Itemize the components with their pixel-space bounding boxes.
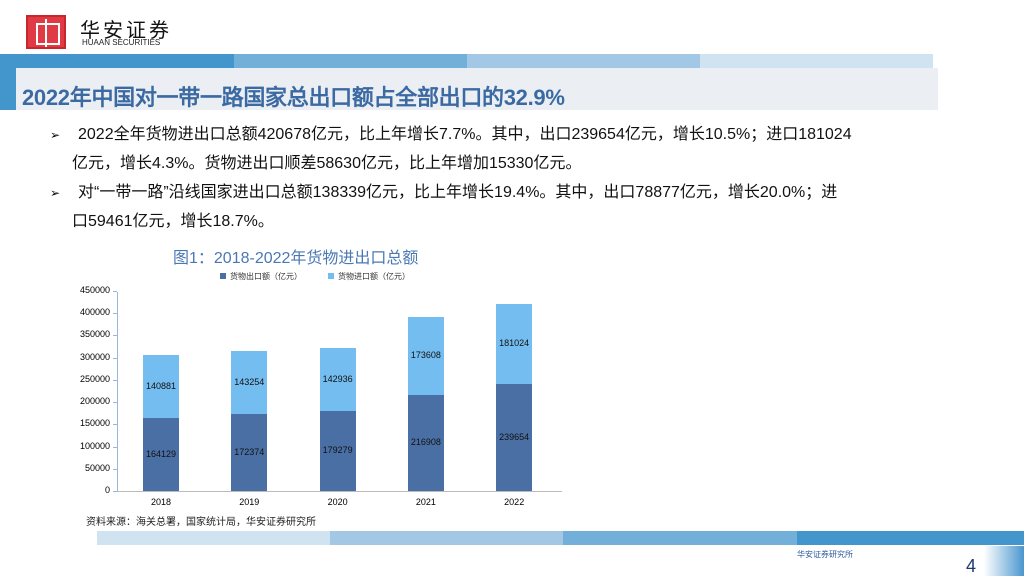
source-note: 资料来源：海关总署，国家统计局，华安证券研究所 <box>86 517 316 528</box>
y-tick-mark <box>113 491 117 492</box>
data-label: 216908 <box>410 436 441 447</box>
y-tick-mark <box>113 335 117 337</box>
footer-band <box>330 531 563 545</box>
data-label: 173608 <box>410 350 441 361</box>
x-axis <box>117 491 562 492</box>
data-label: 172374 <box>234 446 265 457</box>
data-label: 239654 <box>499 431 530 442</box>
y-tick-label: 100000 <box>79 440 110 451</box>
y-tick-label: 450000 <box>79 285 110 295</box>
data-label: 164129 <box>145 448 177 459</box>
x-tick-label: 2021 <box>415 497 436 507</box>
x-tick-label: 2018 <box>150 497 172 507</box>
y-tick-mark <box>113 357 117 359</box>
x-tick-label: 2020 <box>327 497 348 507</box>
data-label: 179279 <box>322 445 353 456</box>
footer-band <box>797 531 1024 545</box>
data-label: 181024 <box>499 338 530 349</box>
y-tick-label: 200000 <box>79 396 110 407</box>
y-tick-label: 350000 <box>79 329 110 340</box>
data-label: 143254 <box>234 376 265 387</box>
y-tick-mark <box>113 402 117 404</box>
y-tick-mark <box>113 468 117 470</box>
page-number: 4 <box>966 556 977 576</box>
page-corner-decoration <box>984 546 1024 576</box>
y-tick-label: 300000 <box>79 351 110 362</box>
y-tick-label: 50000 <box>84 462 110 473</box>
y-tick-mark <box>113 379 117 381</box>
x-tick-label: 2019 <box>239 497 260 507</box>
y-tick-mark <box>113 424 117 426</box>
data-label: 140881 <box>145 380 177 391</box>
y-tick-mark <box>113 446 117 448</box>
bar-chart: 0 50000 100000 150000 200000 250000 300000 3500… <box>0 0 1024 576</box>
y-tick-mark <box>113 291 117 292</box>
y-tick-mark <box>113 313 117 315</box>
x-tick-label: 2022 <box>504 497 525 507</box>
y-tick-label: 400000 <box>79 307 110 318</box>
footer-brand: 华安证券研究所 <box>797 550 853 559</box>
footer-band <box>563 531 797 545</box>
y-tick-label: 250000 <box>79 373 110 384</box>
y-tick-label: 0 <box>104 485 110 495</box>
footer-band <box>97 531 330 545</box>
y-tick-label: 150000 <box>79 418 110 429</box>
data-label: 142936 <box>322 373 353 384</box>
y-axis <box>117 292 118 492</box>
